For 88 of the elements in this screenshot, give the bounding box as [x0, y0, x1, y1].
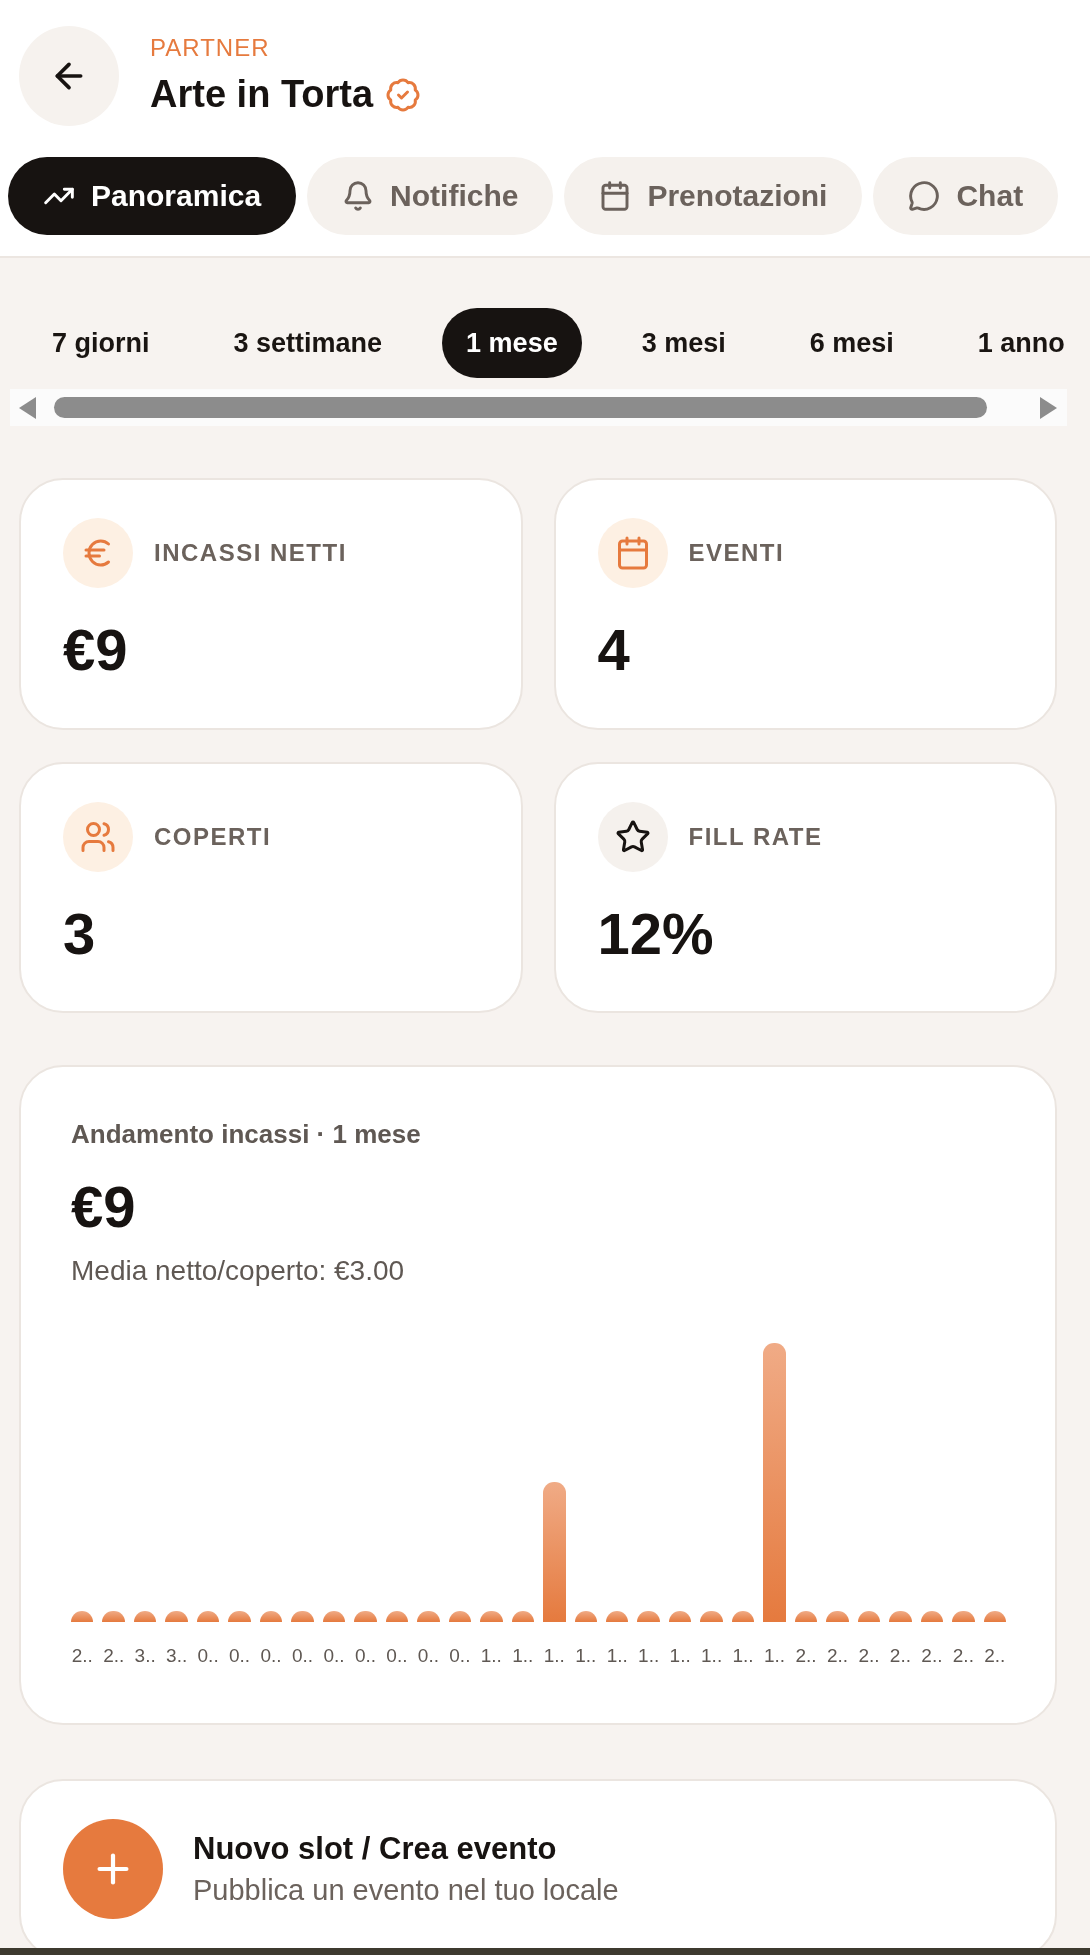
period-tab[interactable]: 7 giorni — [28, 308, 174, 378]
scrollbar-track[interactable] — [10, 389, 1067, 426]
chart-bar — [71, 1610, 94, 1622]
x-axis-label: 1.. — [731, 1644, 755, 1668]
period-tab[interactable]: 3 mesi — [617, 308, 750, 378]
scrollbar-thumb[interactable] — [54, 397, 987, 418]
x-axis-label: 0.. — [259, 1644, 283, 1668]
chart-bar — [920, 1610, 944, 1622]
period-tab[interactable]: 1 anno — [953, 308, 1089, 378]
left-triangle-icon[interactable] — [19, 396, 36, 419]
chart-total: €9 — [71, 1173, 137, 1241]
x-axis-label: 1.. — [511, 1644, 535, 1668]
action-title: Nuovo slot / Crea evento — [193, 1829, 558, 1867]
x-axis-label: 2.. — [983, 1644, 1007, 1668]
chart-bar — [385, 1610, 409, 1622]
tab[interactable]: Notifiche — [307, 157, 554, 235]
stat-label: COPERTI — [154, 822, 272, 851]
chart-bar — [196, 1610, 220, 1622]
chart-bar — [668, 1610, 692, 1622]
x-axis-label: 1.. — [543, 1644, 566, 1668]
x-axis-label: 2.. — [920, 1644, 944, 1668]
x-axis-label: 0.. — [291, 1644, 314, 1668]
chart-bar — [731, 1610, 755, 1622]
chart-bar — [511, 1610, 535, 1622]
chart-bar — [574, 1610, 597, 1622]
tab[interactable]: Prenotazioni — [564, 157, 863, 235]
x-axis-label: 1.. — [637, 1644, 660, 1668]
x-axis-label: 2.. — [102, 1644, 125, 1668]
x-axis-label: 1.. — [605, 1644, 629, 1668]
x-axis-label: 2.. — [794, 1644, 818, 1668]
chart-bar — [952, 1610, 975, 1622]
x-axis-label: 3.. — [165, 1644, 188, 1668]
chart-bar — [322, 1610, 346, 1622]
x-axis-label: 0.. — [196, 1644, 220, 1668]
right-triangle-icon[interactable] — [1040, 396, 1057, 419]
chart-bar — [354, 1610, 377, 1622]
chart-bar — [102, 1610, 125, 1622]
chart-bar — [889, 1610, 912, 1622]
x-axis-label: 1.. — [480, 1644, 503, 1668]
period-tab[interactable]: 3 settimane — [209, 308, 407, 378]
x-axis-label: 0.. — [354, 1644, 377, 1668]
partner-label: PARTNER — [150, 34, 271, 64]
x-axis-label: 2.. — [857, 1644, 881, 1668]
chart-bar — [133, 1610, 157, 1622]
x-axis-label: 0.. — [448, 1644, 472, 1668]
chart-bar — [165, 1610, 188, 1622]
x-axis-label: 2.. — [71, 1644, 94, 1668]
x-axis-label: 0.. — [228, 1644, 251, 1668]
x-axis-label: 1.. — [700, 1644, 723, 1668]
venue-title: Arte in Torta — [150, 72, 374, 118]
x-axis-label: 1.. — [574, 1644, 597, 1668]
x-axis-label: 0.. — [417, 1644, 440, 1668]
x-axis-label: 1.. — [668, 1644, 692, 1668]
chart-bar — [228, 1610, 251, 1622]
chart-bar — [480, 1610, 503, 1622]
x-axis-label: 3.. — [133, 1644, 157, 1668]
stat-label: FILL RATE — [688, 822, 823, 851]
chart-bar — [448, 1610, 472, 1622]
period-tab[interactable]: 1 mese — [442, 308, 582, 378]
chart-subtitle: Media netto/coperto: €3.00 — [71, 1254, 406, 1288]
chart-bar — [983, 1610, 1007, 1622]
action-subtitle: Pubblica un evento nel tuo locale — [193, 1872, 619, 1908]
stat-value: €9 — [63, 617, 129, 684]
chart-bar — [826, 1610, 849, 1622]
stat-label: EVENTI — [688, 539, 785, 567]
stat-value: 4 — [597, 617, 631, 684]
period-tab[interactable]: 6 mesi — [785, 308, 918, 378]
chart-bar — [700, 1610, 723, 1622]
x-axis-label: 2.. — [889, 1644, 912, 1668]
speech-bubble-icon — [908, 180, 941, 212]
chart-bar — [605, 1610, 629, 1622]
x-axis-label: 1.. — [763, 1644, 786, 1668]
x-axis-label: 2.. — [826, 1644, 849, 1668]
chart-bar — [417, 1610, 440, 1622]
chart-bar — [794, 1610, 818, 1622]
chart-bar — [259, 1610, 283, 1622]
tab[interactable]: Panoramica — [8, 157, 297, 235]
x-axis-label: 0.. — [322, 1644, 346, 1668]
x-axis-label: 2.. — [952, 1644, 975, 1668]
x-axis-label: 0.. — [385, 1644, 409, 1668]
stat-value: 3 — [63, 900, 97, 968]
chart-bar — [857, 1610, 881, 1622]
chart-bar — [637, 1610, 660, 1622]
tab[interactable]: Chat — [873, 157, 1059, 235]
stat-label: INCASSI NETTI — [154, 539, 347, 567]
chart-bar — [291, 1610, 314, 1622]
chart-title: Andamento incassi · 1 mese — [71, 1119, 422, 1151]
stat-value: 12% — [597, 900, 715, 968]
